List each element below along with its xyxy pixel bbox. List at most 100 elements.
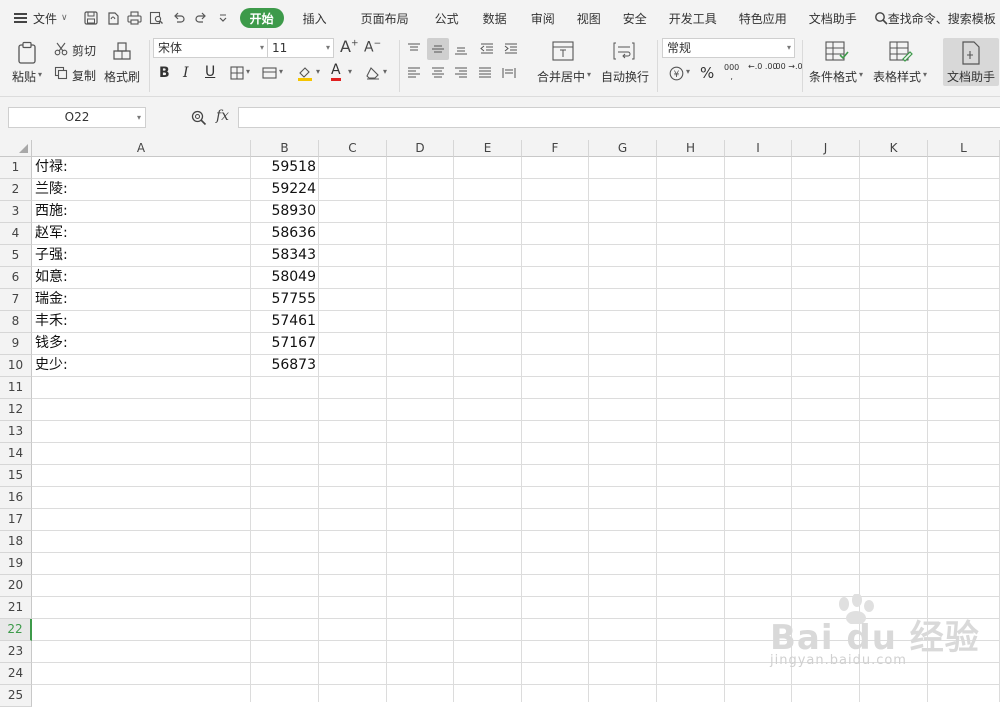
row-header[interactable]: 18 (0, 531, 32, 553)
conditional-format-chevron-icon[interactable]: ▾ (859, 70, 863, 79)
tab-data[interactable]: 数据 (472, 0, 518, 36)
row-header[interactable]: 23 (0, 641, 32, 663)
insert-function-button[interactable]: fx (216, 108, 229, 124)
column-header[interactable]: G (589, 140, 657, 157)
merge-center-button[interactable]: 合并居中 (537, 68, 585, 85)
export-pdf-icon[interactable] (102, 7, 124, 29)
tab-review[interactable]: 审阅 (520, 0, 566, 36)
table-style-icon[interactable] (888, 40, 914, 64)
currency-icon[interactable]: ¥ (667, 64, 685, 82)
cell-value[interactable]: 58930 (251, 201, 316, 222)
tab-special-apps[interactable]: 特色应用 (728, 0, 798, 36)
font-color-button[interactable]: A (331, 63, 341, 81)
row-header[interactable]: 25 (0, 685, 32, 707)
align-middle-icon[interactable] (427, 38, 449, 60)
borders-icon[interactable] (229, 65, 245, 81)
conditional-format-icon[interactable] (824, 40, 850, 64)
row-header[interactable]: 24 (0, 663, 32, 685)
copy-icon[interactable] (54, 66, 68, 80)
cell-name[interactable]: 赵军: (35, 223, 68, 244)
column-header[interactable]: I (725, 140, 792, 157)
row-header[interactable]: 8 (0, 311, 32, 333)
row-header[interactable]: 20 (0, 575, 32, 597)
cell-name[interactable]: 付禄: (35, 157, 68, 178)
tab-security[interactable]: 安全 (612, 0, 658, 36)
file-menu[interactable]: 文件 ∨ (14, 0, 68, 36)
paste-icon[interactable] (14, 40, 40, 66)
align-left-icon[interactable] (405, 64, 423, 82)
justify-icon[interactable] (476, 64, 494, 82)
undo-icon[interactable] (168, 7, 190, 29)
doc-assistant-button[interactable]: 文档助手 (943, 38, 999, 86)
tab-developer[interactable]: 开发工具 (658, 0, 728, 36)
italic-button[interactable]: I (183, 65, 189, 81)
cell-value[interactable]: 57167 (251, 333, 316, 354)
table-style-chevron-icon[interactable]: ▾ (923, 70, 927, 79)
column-header[interactable]: L (928, 140, 1000, 157)
cut-button[interactable]: 剪切 (72, 42, 96, 59)
row-header[interactable]: 21 (0, 597, 32, 619)
fill-color-chevron-icon[interactable]: ▾ (316, 67, 320, 76)
cell-name[interactable]: 子强: (35, 245, 68, 266)
print-preview-icon[interactable] (146, 7, 168, 29)
paste-chevron-icon[interactable]: ▾ (38, 70, 42, 79)
cell-style-icon[interactable] (261, 65, 277, 81)
column-header[interactable]: E (454, 140, 522, 157)
zoom-search-icon[interactable] (190, 109, 208, 127)
cell-name[interactable]: 如意: (35, 267, 68, 288)
select-all-corner[interactable] (0, 140, 32, 157)
redo-icon[interactable] (190, 7, 212, 29)
number-format-select[interactable]: 常规 ▾ (662, 38, 795, 58)
decrease-decimal-button[interactable]: .00 →.0 (773, 62, 803, 71)
font-name-select[interactable]: 宋体 ▾ (153, 38, 268, 58)
customize-toolbar-icon[interactable] (212, 7, 234, 29)
tab-home[interactable]: 开始 (239, 8, 284, 28)
column-header[interactable]: J (792, 140, 860, 157)
align-bottom-icon[interactable] (452, 40, 470, 58)
decrease-font-size-icon[interactable]: A− (364, 39, 381, 56)
row-header[interactable]: 5 (0, 245, 32, 267)
cell-value[interactable]: 58049 (251, 267, 316, 288)
format-painter-icon[interactable] (110, 40, 134, 64)
row-header[interactable]: 3 (0, 201, 32, 223)
merge-chevron-icon[interactable]: ▾ (587, 70, 591, 79)
clear-chevron-icon[interactable]: ▾ (383, 67, 387, 76)
align-top-icon[interactable] (405, 40, 423, 58)
tab-insert[interactable]: 插入 (292, 0, 338, 36)
row-header[interactable]: 15 (0, 465, 32, 487)
font-size-select[interactable]: 11 ▾ (267, 38, 334, 58)
cell-value[interactable]: 56873 (251, 355, 316, 376)
borders-chevron-icon[interactable]: ▾ (246, 67, 250, 76)
percent-button[interactable]: % (700, 64, 714, 82)
clear-format-icon[interactable] (364, 64, 382, 82)
format-painter-button[interactable]: 格式刷 (104, 68, 140, 85)
wrap-text-icon[interactable] (612, 40, 636, 62)
align-right-icon[interactable] (452, 64, 470, 82)
cell-value[interactable]: 59224 (251, 179, 316, 200)
cell-name[interactable]: 兰陵: (35, 179, 68, 200)
copy-button[interactable]: 复制 (72, 67, 96, 84)
underline-button[interactable]: U (205, 64, 215, 80)
cell-name[interactable]: 史少: (35, 355, 68, 376)
cell-name[interactable]: 西施: (35, 201, 68, 222)
align-center-icon[interactable] (429, 64, 447, 82)
increase-decimal-button[interactable]: ←.0 .00 (748, 62, 778, 71)
row-header[interactable]: 4 (0, 223, 32, 245)
row-header[interactable]: 11 (0, 377, 32, 399)
column-header[interactable]: F (522, 140, 589, 157)
tab-doc-assistant[interactable]: 文档助手 (798, 0, 868, 36)
currency-chevron-icon[interactable]: ▾ (686, 67, 690, 76)
row-header[interactable]: 14 (0, 443, 32, 465)
name-box[interactable]: O22 ▾ (8, 107, 146, 128)
table-style-button[interactable]: 表格样式 (873, 68, 921, 85)
cell-name[interactable]: 丰禾: (35, 311, 68, 332)
row-header[interactable]: 7 (0, 289, 32, 311)
row-header[interactable]: 2 (0, 179, 32, 201)
thousands-separator-button[interactable]: 000, (724, 63, 739, 81)
conditional-format-button[interactable]: 条件格式 (809, 68, 857, 85)
column-header[interactable]: K (860, 140, 928, 157)
cell-value[interactable]: 58343 (251, 245, 316, 266)
row-header[interactable]: 12 (0, 399, 32, 421)
tab-view[interactable]: 视图 (566, 0, 612, 36)
fill-color-icon[interactable] (296, 64, 314, 82)
